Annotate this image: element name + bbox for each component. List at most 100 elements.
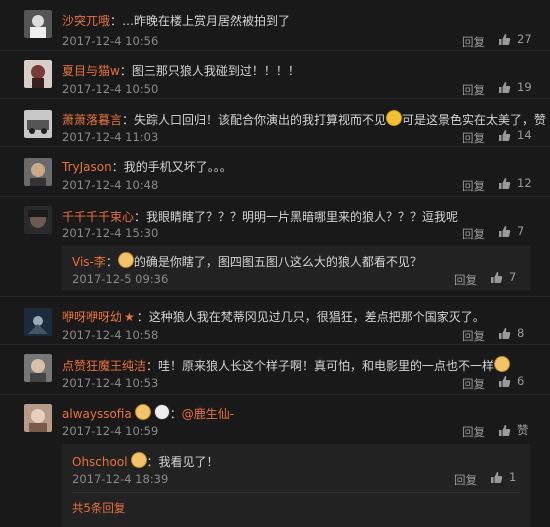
sub-reply: Ohschool ：我看见了！ 2017-12-4 18:39 回复 1 共5条回… (62, 444, 530, 527)
timestamp: 2017-12-4 10:59 (62, 424, 159, 438)
username[interactable]: Ohschool (72, 455, 128, 469)
timestamp: 2017-12-4 18:39 (72, 472, 169, 486)
mention-link[interactable]: @鹿生仙- (182, 407, 234, 421)
comment-line: TryJason：我的手机又坏了。。。 (62, 158, 232, 175)
colon: ： (146, 455, 159, 469)
divider (72, 492, 520, 493)
username[interactable]: 咿呀咿呀幼 (62, 310, 122, 324)
colon: ： (136, 310, 149, 324)
like-button[interactable]: 7 (498, 224, 524, 238)
comment-text: 这种狼人我在梵蒂冈见过几只，很猖狂，差点把那个国家灭了。 (148, 310, 485, 324)
username[interactable]: 沙突兀哦 (62, 14, 110, 28)
comment-line: 萧萧落暮言：失踪人口回归！该配合你演出的我打算视而不见 可是这景色实在太美了，赞 (62, 110, 546, 128)
comment-list: 沙突兀哦：…昨晚在楼上赏月居然被拍到了 2017-12-4 10:56 回复 2… (0, 0, 550, 527)
sub-reply-text: 的确是你瞎了，图四图五图八这么大的狼人都看不见？ (133, 255, 422, 269)
like-button[interactable]: 6 (498, 374, 524, 388)
thumbs-up-icon (499, 424, 511, 436)
avatar[interactable] (24, 354, 52, 382)
avatar[interactable] (24, 206, 52, 234)
colon: ： (111, 160, 124, 174)
sub-reply: Vis-李： 的确是你瞎了，图四图五图八这么大的狼人都看不见？ 2017-12-5… (62, 246, 530, 290)
reply-button[interactable]: 回复 (462, 34, 485, 50)
reply-button[interactable]: 回复 (462, 424, 485, 440)
colon: ： (122, 113, 135, 127)
panda-emoji-icon (153, 404, 170, 420)
reply-button[interactable]: 回复 (462, 226, 485, 242)
username[interactable]: TryJason (62, 160, 112, 174)
timestamp: 2017-12-4 15:30 (62, 226, 159, 240)
like-button[interactable]: 8 (498, 326, 524, 340)
reply-button[interactable]: 回复 (462, 376, 485, 392)
like-count: 27 (517, 32, 532, 46)
comment-line: 咿呀咿呀幼 ★ ：这种狼人我在梵蒂冈见过几只，很猖狂，差点把那个国家灭了。 (62, 308, 485, 325)
reply-button[interactable]: 回复 (462, 130, 485, 146)
cat-emoji-icon (494, 356, 511, 372)
avatar[interactable] (24, 60, 52, 88)
username[interactable]: Vis-李 (72, 255, 106, 269)
like-button[interactable]: 7 (490, 270, 516, 284)
username[interactable]: 点赞狂魔王纯洁 (62, 359, 146, 373)
comment-line: 千千千千束心：我眼睛瞎了？？？明明一片黑暗哪里来的狼人？？？逗我呢 (62, 208, 458, 225)
reply-button[interactable]: 回复 (454, 472, 477, 488)
avatar[interactable] (24, 10, 52, 38)
comment-item: TryJason：我的手机又坏了。。。 2017-12-4 10:48 回复 1… (0, 148, 550, 197)
username[interactable]: alwayssofia (62, 407, 132, 421)
username[interactable]: 千千千千束心 (62, 210, 134, 224)
like-count: 14 (517, 128, 532, 142)
reply-button[interactable]: 回复 (462, 82, 485, 98)
timestamp: 2017-12-4 10:58 (62, 328, 159, 342)
avatar[interactable] (24, 110, 52, 138)
comment-text: …昨晚在楼上赏月居然被拍到了 (122, 14, 291, 28)
avatar[interactable] (24, 404, 52, 432)
star-icon: ★ (124, 310, 135, 324)
colon: ： (134, 210, 147, 224)
comment-text: 我眼睛瞎了？？？明明一片黑暗哪里来的狼人？？？逗我呢 (146, 210, 459, 224)
cat-emoji-icon (117, 252, 134, 268)
comment-text-continued: 可是这景色实在太美了，赞 (402, 113, 547, 127)
colon: ： (110, 14, 123, 28)
colon: ： (146, 359, 159, 373)
comment-text: 失踪人口回归！该配合你演出的我打算视而不见 (134, 113, 387, 127)
like-button[interactable]: 27 (498, 32, 532, 46)
reply-button[interactable]: 回复 (462, 328, 485, 344)
like-count: 7 (509, 270, 517, 284)
thumbs-up-icon (499, 129, 511, 141)
comment-line: 沙突兀哦：…昨晚在楼上赏月居然被拍到了 (62, 12, 290, 29)
reply-button[interactable]: 回复 (462, 178, 485, 194)
emoji-icon (130, 452, 147, 468)
comment-item: 千千千千束心：我眼睛瞎了？？？明明一片黑暗哪里来的狼人？？？逗我呢 2017-1… (0, 198, 550, 297)
like-count: 19 (517, 80, 532, 94)
thumbs-up-icon (499, 177, 511, 189)
like-button[interactable]: 赞 (498, 422, 529, 438)
username[interactable]: 夏目与猫w (62, 64, 120, 78)
like-count: 12 (517, 176, 532, 190)
like-button[interactable]: 1 (490, 470, 516, 484)
avatar[interactable] (24, 158, 52, 186)
thumbs-up-icon (499, 33, 511, 45)
comment-line: alwayssofia ：@鹿生仙- (62, 404, 234, 422)
comment-text: 图三那只狼人我碰到过！！！！ (131, 64, 300, 78)
sub-reply-line: Vis-李： 的确是你瞎了，图四图五图八这么大的狼人都看不见？ (72, 252, 422, 270)
comment-line: 夏目与猫w：图三那只狼人我碰到过！！！！ (62, 62, 300, 79)
avatar[interactable] (24, 308, 52, 336)
timestamp: 2017-12-5 09:36 (72, 272, 169, 286)
reply-button[interactable]: 回复 (454, 272, 477, 288)
thumbs-up-icon (499, 375, 511, 387)
timestamp: 2017-12-4 10:56 (62, 34, 159, 48)
view-all-replies-link[interactable]: 共5条回复 (72, 500, 125, 516)
username[interactable]: 萧萧落暮言 (62, 113, 122, 127)
comment-item: 夏目与猫w：图三那只狼人我碰到过！！！！ 2017-12-4 10:50 回复 … (0, 52, 550, 99)
comment-item: 咿呀咿呀幼 ★ ：这种狼人我在梵蒂冈见过几只，很猖狂，差点把那个国家灭了。 2017… (0, 298, 550, 345)
like-button[interactable]: 14 (498, 128, 532, 142)
like-label: 赞 (517, 423, 529, 437)
like-count: 1 (509, 470, 517, 484)
comment-text: 哇！原来狼人长这个样子啊！真可怕，和电影里的一点也不一样 (158, 359, 495, 373)
like-button[interactable]: 19 (498, 80, 532, 94)
timestamp: 2017-12-4 10:50 (62, 82, 159, 96)
comment-item: alwayssofia ：@鹿生仙- 2017-12-4 10:59 回复 赞 O… (0, 396, 550, 527)
sunglasses-emoji-icon (386, 110, 403, 126)
comment-item: 沙突兀哦：…昨晚在楼上赏月居然被拍到了 2017-12-4 10:56 回复 2… (0, 0, 550, 51)
colon: ： (119, 64, 132, 78)
thumbs-up-icon (499, 225, 511, 237)
like-button[interactable]: 12 (498, 176, 532, 190)
